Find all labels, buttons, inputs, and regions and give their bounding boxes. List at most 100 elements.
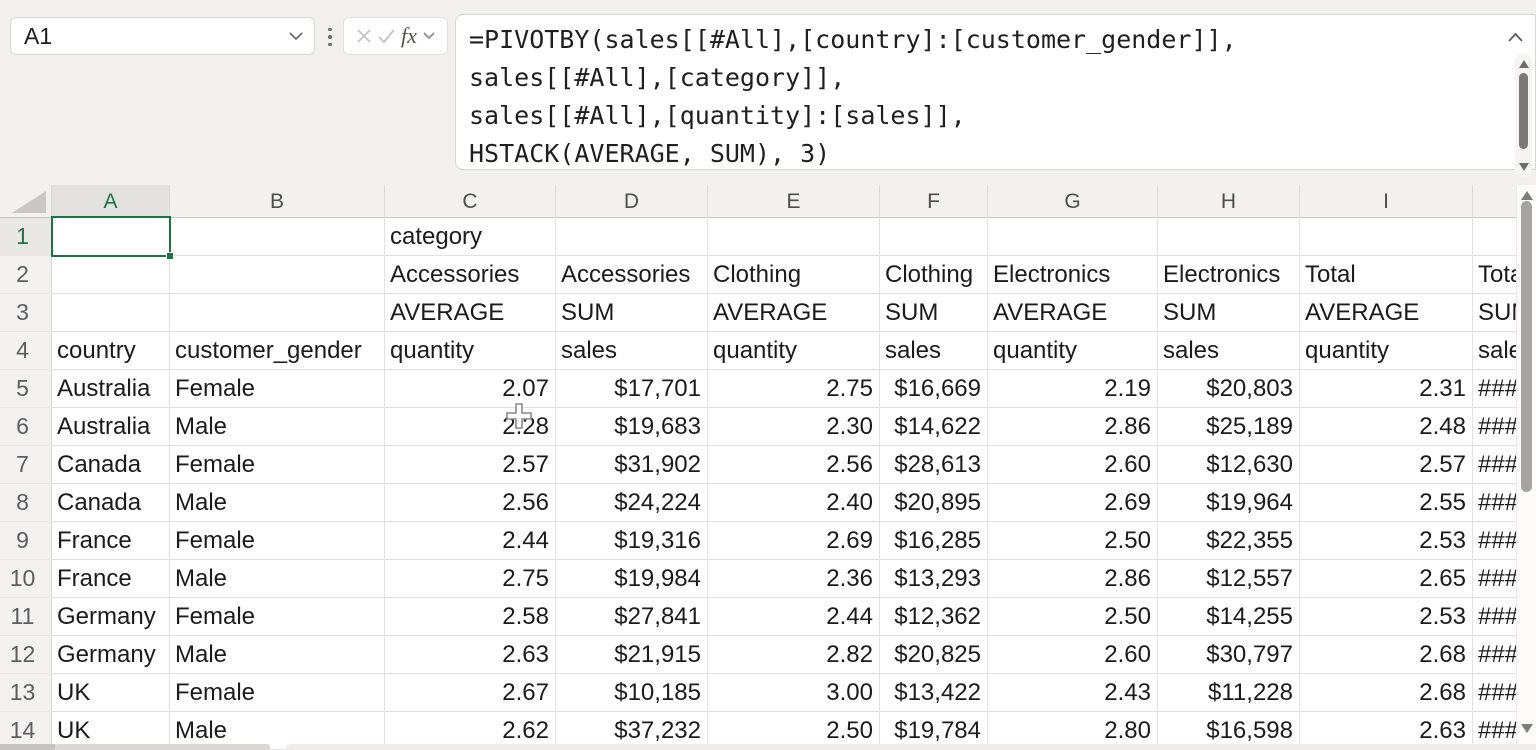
cell-E5[interactable]: 2.75 bbox=[708, 370, 880, 408]
cell-G10[interactable]: 2.86 bbox=[988, 560, 1158, 598]
cell-C7[interactable]: 2.57 bbox=[385, 446, 556, 484]
cell-A4[interactable]: country bbox=[52, 332, 170, 370]
vertical-scrollbar-thumb[interactable] bbox=[1521, 201, 1532, 492]
cell-F9[interactable]: $16,285 bbox=[880, 522, 988, 560]
scroll-up-icon[interactable] bbox=[1521, 191, 1533, 200]
column-header-B[interactable]: B bbox=[170, 185, 385, 218]
cell-H6[interactable]: $25,189 bbox=[1158, 408, 1300, 446]
cell-D8[interactable]: $24,224 bbox=[556, 484, 708, 522]
insert-function-button[interactable]: fx bbox=[401, 23, 417, 49]
cell-C2[interactable]: Accessories bbox=[385, 256, 556, 294]
cell-C9[interactable]: 2.44 bbox=[385, 522, 556, 560]
cell-E10[interactable]: 2.36 bbox=[708, 560, 880, 598]
column-header-H[interactable]: H bbox=[1158, 185, 1300, 218]
cell-C3[interactable]: AVERAGE bbox=[385, 294, 556, 332]
row-header-2[interactable]: 2 bbox=[0, 256, 52, 294]
cell-B2[interactable] bbox=[170, 256, 385, 294]
cell-D2[interactable]: Accessories bbox=[556, 256, 708, 294]
cell-C12[interactable]: 2.63 bbox=[385, 636, 556, 674]
column-header-E[interactable]: E bbox=[708, 185, 880, 218]
cell-E1[interactable] bbox=[708, 218, 880, 256]
formula-bar-scrollbar[interactable] bbox=[1515, 53, 1532, 178]
cell-G1[interactable] bbox=[988, 218, 1158, 256]
formula-scrollbar-thumb[interactable] bbox=[1519, 73, 1528, 149]
chevron-down-icon[interactable] bbox=[423, 32, 435, 40]
enter-check-icon[interactable] bbox=[378, 29, 395, 43]
cell-D1[interactable] bbox=[556, 218, 708, 256]
cell-G3[interactable]: AVERAGE bbox=[988, 294, 1158, 332]
cell-I7[interactable]: 2.57 bbox=[1300, 446, 1473, 484]
cell-B4[interactable]: customer_gender bbox=[170, 332, 385, 370]
cell-F5[interactable]: $16,669 bbox=[880, 370, 988, 408]
row-header-10[interactable]: 10 bbox=[0, 560, 52, 598]
cell-A13[interactable]: UK bbox=[52, 674, 170, 712]
cell-E7[interactable]: 2.56 bbox=[708, 446, 880, 484]
cell-H7[interactable]: $12,630 bbox=[1158, 446, 1300, 484]
column-header-G[interactable]: G bbox=[988, 185, 1158, 218]
cell-B9[interactable]: Female bbox=[170, 522, 385, 560]
vertical-scrollbar[interactable] bbox=[1516, 185, 1536, 750]
row-header-13[interactable]: 13 bbox=[0, 674, 52, 712]
cell-H12[interactable]: $30,797 bbox=[1158, 636, 1300, 674]
cell-E12[interactable]: 2.82 bbox=[708, 636, 880, 674]
cell-F6[interactable]: $14,622 bbox=[880, 408, 988, 446]
cell-D6[interactable]: $19,683 bbox=[556, 408, 708, 446]
cell-D7[interactable]: $31,902 bbox=[556, 446, 708, 484]
scroll-down-icon[interactable] bbox=[1519, 163, 1529, 171]
cell-I13[interactable]: 2.68 bbox=[1300, 674, 1473, 712]
row-header-5[interactable]: 5 bbox=[0, 370, 52, 408]
column-header-I[interactable]: I bbox=[1300, 185, 1473, 218]
column-header-C[interactable]: C bbox=[385, 185, 556, 218]
cell-I9[interactable]: 2.53 bbox=[1300, 522, 1473, 560]
cell-D5[interactable]: $17,701 bbox=[556, 370, 708, 408]
name-box[interactable]: A1 bbox=[10, 17, 315, 55]
row-header-8[interactable]: 8 bbox=[0, 484, 52, 522]
cell-F12[interactable]: $20,825 bbox=[880, 636, 988, 674]
cell-F7[interactable]: $28,613 bbox=[880, 446, 988, 484]
cell-F11[interactable]: $12,362 bbox=[880, 598, 988, 636]
scroll-up-icon[interactable] bbox=[1519, 60, 1529, 68]
cell-G11[interactable]: 2.50 bbox=[988, 598, 1158, 636]
formula-text[interactable]: =PIVOTBY(sales[[#All],[country]:[custome… bbox=[469, 20, 1491, 172]
cell-F8[interactable]: $20,895 bbox=[880, 484, 988, 522]
cell-E8[interactable]: 2.40 bbox=[708, 484, 880, 522]
cell-H11[interactable]: $14,255 bbox=[1158, 598, 1300, 636]
cell-A8[interactable]: Canada bbox=[52, 484, 170, 522]
cell-B3[interactable] bbox=[170, 294, 385, 332]
cell-G6[interactable]: 2.86 bbox=[988, 408, 1158, 446]
cell-H13[interactable]: $11,228 bbox=[1158, 674, 1300, 712]
cell-F10[interactable]: $13,293 bbox=[880, 560, 988, 598]
formula-bar[interactable]: =PIVOTBY(sales[[#All],[country]:[custome… bbox=[455, 14, 1536, 170]
cell-I8[interactable]: 2.55 bbox=[1300, 484, 1473, 522]
cell-I12[interactable]: 2.68 bbox=[1300, 636, 1473, 674]
cell-B12[interactable]: Male bbox=[170, 636, 385, 674]
cell-H5[interactable]: $20,803 bbox=[1158, 370, 1300, 408]
cell-F4[interactable]: sales bbox=[880, 332, 988, 370]
cell-C8[interactable]: 2.56 bbox=[385, 484, 556, 522]
cell-A9[interactable]: France bbox=[52, 522, 170, 560]
cell-I10[interactable]: 2.65 bbox=[1300, 560, 1473, 598]
row-header-1[interactable]: 1 bbox=[0, 218, 52, 256]
cell-G5[interactable]: 2.19 bbox=[988, 370, 1158, 408]
cell-A10[interactable]: France bbox=[52, 560, 170, 598]
cell-G7[interactable]: 2.60 bbox=[988, 446, 1158, 484]
cell-I1[interactable] bbox=[1300, 218, 1473, 256]
cell-G4[interactable]: quantity bbox=[988, 332, 1158, 370]
cell-E13[interactable]: 3.00 bbox=[708, 674, 880, 712]
cell-G9[interactable]: 2.50 bbox=[988, 522, 1158, 560]
cell-H1[interactable] bbox=[1158, 218, 1300, 256]
row-header-9[interactable]: 9 bbox=[0, 522, 52, 560]
cell-E2[interactable]: Clothing bbox=[708, 256, 880, 294]
cell-B11[interactable]: Female bbox=[170, 598, 385, 636]
cell-A2[interactable] bbox=[52, 256, 170, 294]
cell-B1[interactable] bbox=[170, 218, 385, 256]
cell-C10[interactable]: 2.75 bbox=[385, 560, 556, 598]
cell-H9[interactable]: $22,355 bbox=[1158, 522, 1300, 560]
cell-D12[interactable]: $21,915 bbox=[556, 636, 708, 674]
horizontal-scrollbar-track[interactable] bbox=[285, 744, 1536, 750]
cell-C13[interactable]: 2.67 bbox=[385, 674, 556, 712]
cell-H2[interactable]: Electronics bbox=[1158, 256, 1300, 294]
column-header-A[interactable]: A bbox=[52, 185, 170, 218]
cell-G12[interactable]: 2.60 bbox=[988, 636, 1158, 674]
row-header-3[interactable]: 3 bbox=[0, 294, 52, 332]
